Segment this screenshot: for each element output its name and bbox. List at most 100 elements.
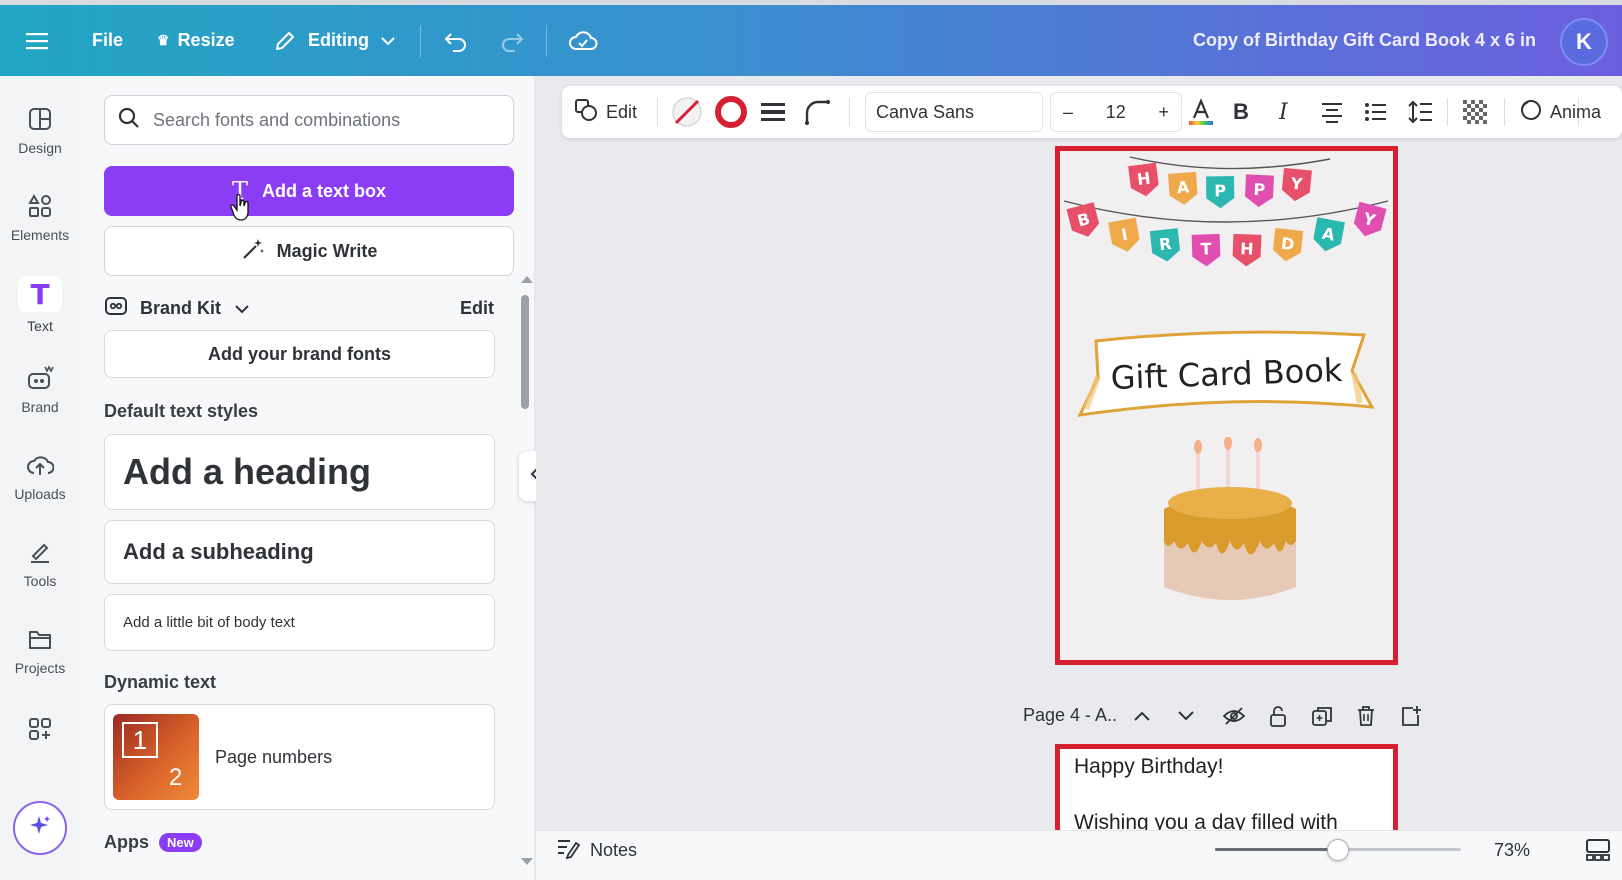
undo-icon[interactable] [443,5,469,76]
rail-item-design[interactable]: Design [0,104,80,156]
page2-body[interactable]: Wishing you a day filled with [1074,811,1338,830]
rail-item-uploads[interactable]: Uploads [0,450,80,502]
hide-page-icon[interactable] [1222,702,1246,730]
scroll-down-icon[interactable] [520,857,534,867]
divider [1447,98,1448,126]
folder-icon [25,624,55,654]
design-page-2[interactable]: Happy Birthday! Wishing you a day filled… [1055,744,1398,830]
scroll-thumb[interactable] [521,295,529,409]
apps-icon [25,714,55,744]
page-numbers-label: Page numbers [215,746,333,767]
bunting-flag: D [1272,227,1304,262]
notes-icon [556,837,581,864]
rail-label: Tools [23,573,57,589]
spacing-icon[interactable] [1408,86,1434,138]
divider [546,25,547,57]
border-style-icon[interactable] [760,86,786,138]
edit-button[interactable]: Edit [574,86,637,138]
italic-icon[interactable]: I [1279,86,1288,138]
redo-icon[interactable] [499,5,525,76]
text-color-icon[interactable] [1187,86,1215,138]
bunting-flag: T [1191,233,1221,267]
mouse-cursor-icon [230,194,249,221]
bunting-flag: A [1313,217,1345,252]
text-panel: Search fonts and combinations T Add a te… [80,76,535,880]
align-center-icon[interactable] [1320,86,1344,138]
add-text-box-button[interactable]: T Add a text box [104,166,514,216]
add-page-icon[interactable] [1400,702,1422,730]
rail-item-elements[interactable]: Elements [0,191,80,243]
menu-icon[interactable] [26,5,50,76]
document-title[interactable]: Copy of Birthday Gift Card Book 4 x 6 in [1193,5,1536,76]
file-menu[interactable]: File [92,5,123,76]
svg-text:Y: Y [1289,174,1304,194]
uploads-icon [25,450,55,480]
magic-assistant-button[interactable] [13,801,67,855]
design-page[interactable]: HAPPYBIRTHDAY Gift Card Book [1055,146,1398,665]
chevron-down-icon[interactable] [235,298,249,319]
bunting-flag: H [1232,233,1262,267]
chevron-down-icon[interactable] [1177,702,1195,730]
magic-write-label: Magic Write [276,240,378,261]
rail-label: Projects [14,660,66,676]
animate-label: Anima [1550,101,1602,122]
resize-button[interactable]: ♛ Resize [157,5,235,76]
brand-kit-label[interactable]: Brand Kit [140,298,221,319]
editing-mode-dropdown[interactable]: Editing [274,5,395,76]
rail-item-tools[interactable]: Tools [0,537,80,589]
trash-icon[interactable] [1356,702,1376,730]
page2-heading[interactable]: Happy Birthday! [1074,755,1223,779]
lock-icon[interactable] [1268,702,1288,730]
add-body-text-button[interactable]: Add a little bit of body text [104,594,495,651]
svg-text:A: A [1176,177,1190,197]
rail-label: Uploads [14,486,66,502]
avatar[interactable]: K [1560,18,1608,66]
animate-icon [1518,98,1542,127]
animate-button[interactable]: Anima [1518,86,1601,138]
cloud-saved-icon[interactable] [568,5,598,76]
notes-button[interactable]: Notes [556,835,637,865]
brand-icon [25,363,55,393]
sparkle-icon [27,813,53,844]
page-numbers-button[interactable]: 1 2 Page numbers [104,704,495,810]
bunting-flag: Y [1353,201,1387,237]
add-heading-button[interactable]: Add a heading [104,434,495,510]
design-icon [25,104,55,134]
decrease-size-button[interactable]: – [1063,102,1073,123]
bold-icon[interactable]: B [1233,86,1249,138]
corner-rounding-icon[interactable] [804,86,830,138]
add-text-box-label: Add a text box [262,180,387,201]
svg-text:R: R [1158,234,1172,254]
zoom-level[interactable]: 73% [1494,835,1530,865]
bullet-list-icon[interactable] [1364,86,1388,138]
chevron-down-icon [381,36,395,46]
duplicate-page-icon[interactable] [1311,702,1333,730]
rail-item-text[interactable]: T Text [0,276,80,334]
add-brand-fonts-button[interactable]: Add your brand fonts [104,330,495,378]
rail-item-projects[interactable]: Projects [0,624,80,676]
zoom-slider-thumb[interactable] [1327,839,1349,861]
svg-text:D: D [1280,234,1295,254]
grid-view-icon[interactable] [1585,838,1611,867]
brand-kit-icon [104,294,128,323]
border-color-icon[interactable] [715,86,747,138]
brand-edit-link[interactable]: Edit [460,298,494,319]
magic-write-button[interactable]: Magic Write [104,226,514,276]
rail-label: Text [27,318,53,334]
add-subheading-button[interactable]: Add a subheading [104,520,495,584]
page-label[interactable]: Page 4 - A.. [1023,700,1117,730]
font-size-stepper[interactable]: – 12 + [1050,92,1182,132]
rail-item-brand[interactable]: Brand [0,363,80,415]
footer-bar [536,830,1622,880]
font-size-value[interactable]: 12 [1106,102,1126,123]
divider [657,98,658,126]
increase-size-button[interactable]: + [1158,102,1169,123]
svg-text:P: P [1253,180,1266,200]
search-input[interactable]: Search fonts and combinations [104,95,514,145]
scroll-up-icon[interactable] [520,274,534,284]
fill-color-icon[interactable] [671,86,703,138]
rail-item-apps[interactable] [0,714,80,750]
chevron-up-icon[interactable] [1133,702,1151,730]
transparency-icon[interactable] [1462,86,1488,138]
font-family-dropdown[interactable]: Canva Sans [865,92,1043,132]
